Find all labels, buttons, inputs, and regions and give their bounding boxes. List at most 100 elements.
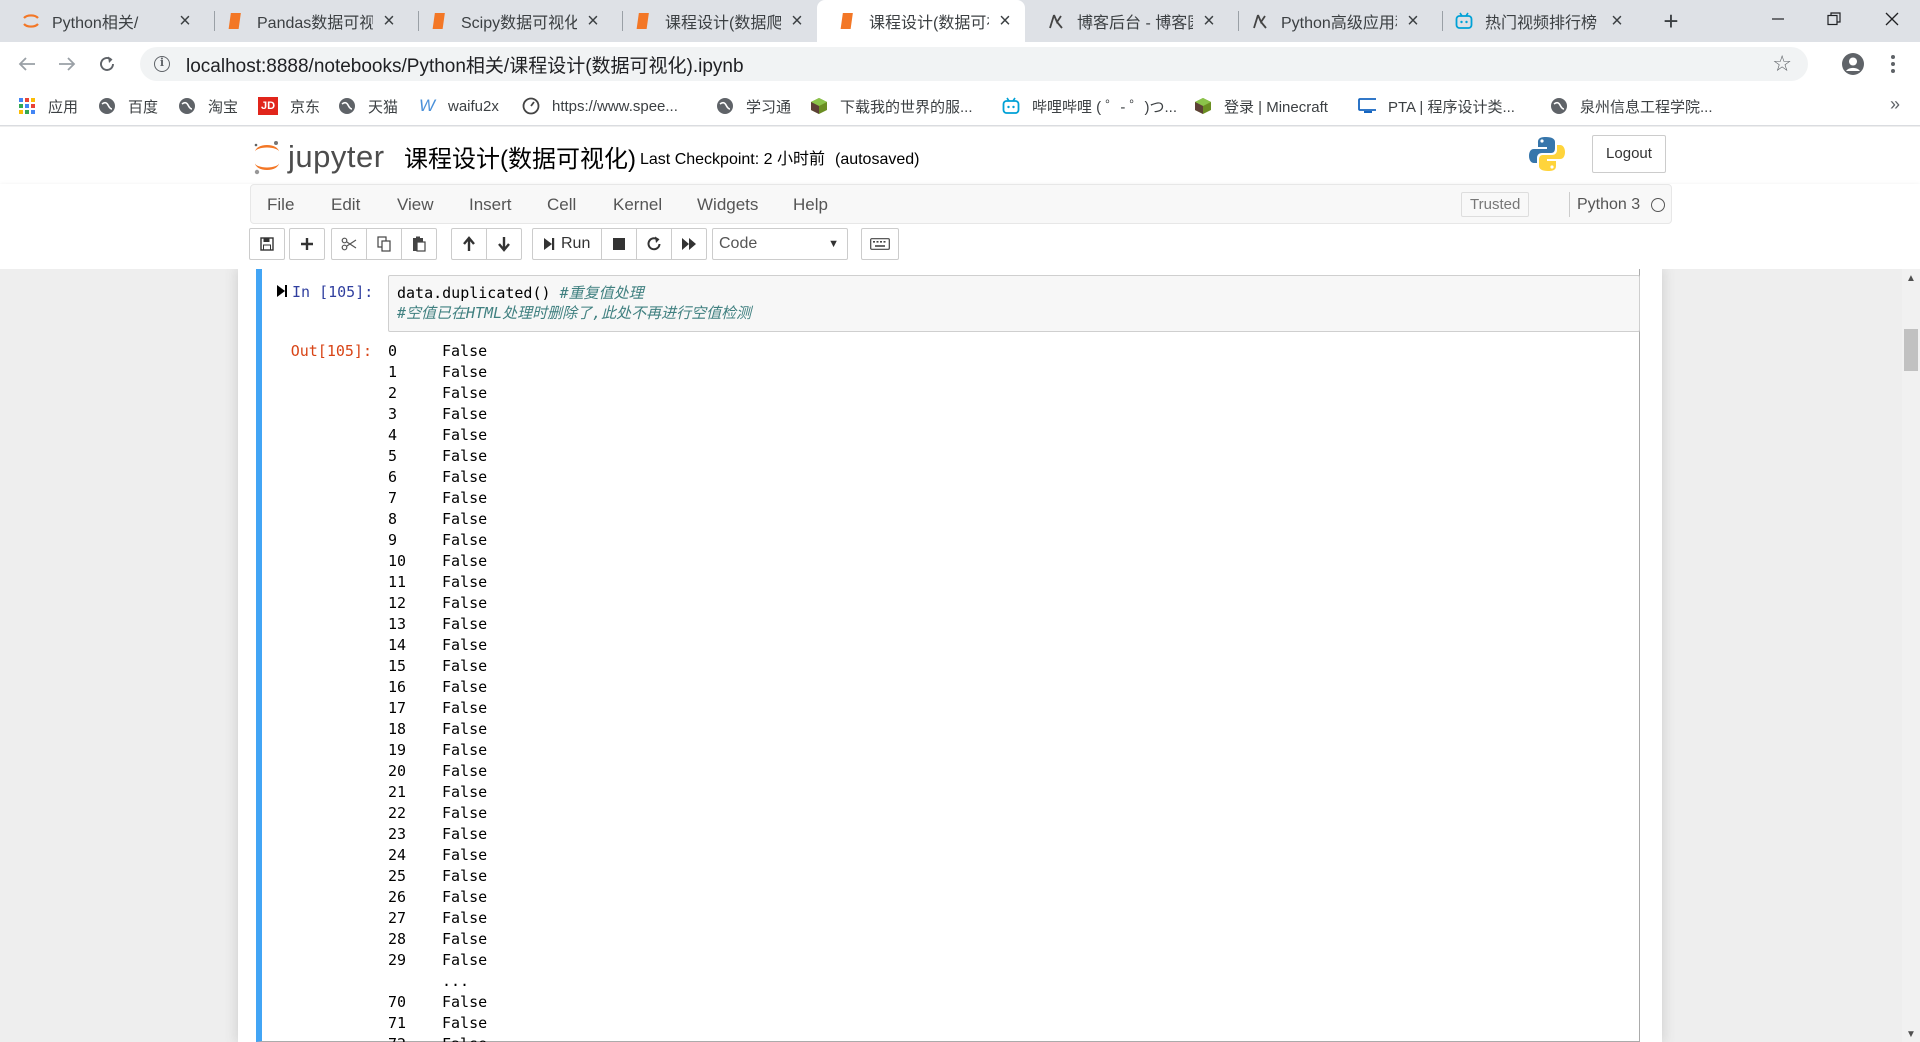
restart-run-all-button[interactable]: [671, 228, 707, 260]
row-index: 26: [388, 888, 407, 906]
jupyter-wordmark: jupyter: [288, 139, 385, 174]
tab-title: 热门视频排行榜 -: [1485, 15, 1601, 32]
menu-view[interactable]: View: [397, 195, 434, 215]
code-editor[interactable]: data.duplicated() #重复值处理 #空值已在HTML处理时删除了…: [388, 275, 1640, 332]
move-up-button[interactable]: [451, 228, 487, 260]
bookmark-speedtest[interactable]: https://www.spee...: [522, 94, 678, 118]
reload-icon[interactable]: [92, 49, 122, 79]
trusted-indicator[interactable]: Trusted: [1461, 192, 1530, 217]
restart-button[interactable]: [636, 228, 672, 260]
address-bar[interactable]: i localhost:8888/notebooks/Python相关/课程设计…: [140, 47, 1808, 81]
scroll-down-arrow-icon[interactable]: ▼: [1906, 1029, 1916, 1040]
minimize-icon[interactable]: [1750, 0, 1806, 38]
browser-tab[interactable]: 热门视频排行榜 - ×: [1433, 0, 1637, 42]
paste-button[interactable]: [401, 228, 437, 260]
row-value: False: [442, 489, 488, 507]
menu-file[interactable]: File: [267, 195, 294, 215]
code-line: #空值已在HTML处理时删除了,此处不再进行空值检测: [397, 303, 1631, 323]
close-icon[interactable]: ×: [1607, 11, 1627, 31]
move-down-button[interactable]: [486, 228, 522, 260]
bookmark-pta[interactable]: PTA | 程序设计类...: [1358, 94, 1515, 118]
row-index: 9: [388, 531, 398, 549]
jupyter-logo-icon: [254, 141, 279, 175]
bookmark-taobao[interactable]: 淘宝: [178, 94, 238, 118]
globe-icon: [1550, 97, 1568, 115]
notebook-title[interactable]: 课程设计(数据可视化): [404, 139, 636, 174]
close-icon[interactable]: ×: [787, 11, 807, 31]
page-scrollbar[interactable]: ▲ ▼: [1902, 269, 1920, 1042]
plus-icon: [301, 238, 313, 250]
menu-insert[interactable]: Insert: [469, 195, 512, 215]
browser-tab[interactable]: 博客后台 - 博客园 ×: [1025, 0, 1229, 42]
row-index: 7: [388, 489, 398, 507]
cell-type-value: Code: [719, 235, 758, 252]
bookmark-minecraft-download[interactable]: 下载我的世界的服...: [810, 94, 973, 118]
row-index: 21: [388, 783, 407, 801]
browser-tab[interactable]: Python相关/ ×: [0, 0, 205, 42]
scrollbar-thumb[interactable]: [1904, 329, 1918, 371]
bookmark-qzit[interactable]: 泉州信息工程学院...: [1550, 94, 1713, 118]
bookmark-tmall[interactable]: 天猫: [338, 94, 398, 118]
bookmark-xuexitong[interactable]: 学习通: [716, 94, 791, 118]
back-arrow-icon[interactable]: [12, 49, 42, 79]
profile-avatar-icon[interactable]: [1838, 49, 1868, 79]
browser-tab[interactable]: 课程设计(数据爬取 ×: [613, 0, 817, 42]
save-button[interactable]: [249, 228, 285, 260]
new-tab-button[interactable]: +: [1656, 6, 1686, 36]
close-icon[interactable]: ×: [583, 11, 603, 31]
cell-type-dropdown[interactable]: Code ▼: [712, 228, 848, 260]
close-window-icon[interactable]: [1864, 0, 1920, 38]
tab-title: Scipy数据可视化: [461, 15, 577, 32]
autosave-status: (autosaved): [834, 151, 920, 168]
command-palette-button[interactable]: [861, 228, 899, 260]
insert-cell-button[interactable]: [289, 228, 325, 260]
more-bookmarks-chevron-icon[interactable]: »: [1890, 94, 1900, 115]
close-icon[interactable]: ×: [1403, 11, 1423, 31]
interrupt-button[interactable]: [601, 228, 637, 260]
code-cell-selected[interactable]: In [105]: data.duplicated() #重复值处理 #空值已在…: [256, 269, 1640, 1042]
close-icon[interactable]: ×: [175, 11, 195, 31]
close-icon[interactable]: ×: [379, 11, 399, 31]
site-info-icon[interactable]: i: [154, 56, 170, 72]
row-index: 72: [388, 1034, 428, 1042]
cut-button[interactable]: [331, 228, 367, 260]
row-value: False: [442, 678, 488, 696]
copy-button[interactable]: [366, 228, 402, 260]
forward-arrow-icon[interactable]: [52, 49, 82, 79]
menu-cell[interactable]: Cell: [547, 195, 576, 215]
menu-widgets[interactable]: Widgets: [697, 195, 758, 215]
row-value: False: [442, 447, 488, 465]
close-icon[interactable]: ×: [995, 11, 1015, 31]
cnblogs-icon: [1251, 12, 1269, 30]
restore-icon[interactable]: [1806, 0, 1862, 38]
browser-tab[interactable]: Pandas数据可视化 ×: [205, 0, 409, 42]
row-value: False: [442, 384, 488, 402]
code-text: data.duplicated(): [397, 284, 560, 302]
row-index: 28: [388, 930, 407, 948]
notebook-icon: [227, 12, 245, 30]
bookmark-minecraft-login[interactable]: 登录 | Minecraft: [1194, 94, 1328, 118]
close-icon[interactable]: ×: [1199, 11, 1219, 31]
bookmark-star-icon[interactable]: ☆: [1772, 51, 1792, 77]
code-line: data.duplicated() #重复值处理: [397, 283, 1631, 303]
bookmark-baidu[interactable]: 百度: [98, 94, 158, 118]
browser-tab[interactable]: Python高级应用程 ×: [1229, 0, 1433, 42]
bookmark-apps[interactable]: 应用: [18, 94, 78, 118]
browser-tab-active[interactable]: 课程设计(数据可视 ×: [817, 0, 1025, 42]
jupyter-logo[interactable]: jupyter: [252, 137, 385, 177]
menu-dots-icon[interactable]: [1878, 49, 1908, 79]
bookmark-bilibili[interactable]: 哔哩哔哩 ( ゜- ゜)つ...: [1002, 94, 1177, 118]
row-value: False: [442, 783, 488, 801]
bookmark-waifu2x[interactable]: W waifu2x: [418, 94, 499, 118]
row-index: 24: [388, 846, 407, 864]
menu-help[interactable]: Help: [793, 195, 828, 215]
scroll-up-arrow-icon[interactable]: ▲: [1906, 273, 1916, 284]
bookmark-jd[interactable]: JD 京东: [258, 94, 320, 118]
menu-kernel[interactable]: Kernel: [613, 195, 662, 215]
browser-tab[interactable]: Scipy数据可视化 ×: [409, 0, 613, 42]
logout-button[interactable]: Logout: [1592, 135, 1666, 173]
menu-edit[interactable]: Edit: [331, 195, 360, 215]
run-cell-play-icon[interactable]: [276, 284, 288, 301]
run-button[interactable]: Run: [532, 228, 602, 260]
minecraft-icon: [1194, 97, 1212, 115]
